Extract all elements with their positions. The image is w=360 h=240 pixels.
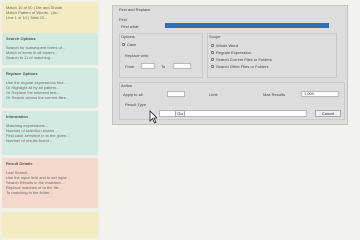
- regex-label: Regular Expression: [216, 50, 251, 55]
- search-other-label: Search Other Files or Folders: [216, 64, 269, 69]
- card-line: Line 1 of 10 | Total 20...: [6, 15, 48, 20]
- max-results-label: Max Results: [263, 92, 286, 97]
- replace-with-label: Replace with:: [125, 53, 150, 58]
- find-section-label: Find: [119, 17, 127, 22]
- apply-label: Apply to all: [123, 92, 143, 97]
- search-current-checkbox[interactable]: [211, 58, 214, 61]
- action-label: Action: [121, 83, 133, 88]
- max-results-select[interactable]: 1,000: [301, 91, 339, 97]
- find-replace-dialog: Find and Replace Find Find what: Options…: [112, 5, 348, 125]
- dialog-title: Find and Replace: [119, 7, 151, 12]
- options-label: Options: [121, 34, 135, 39]
- limit-label: Limit: [209, 92, 218, 97]
- card-line: To matching in the folder...: [6, 190, 53, 195]
- sidebar-card-empty: [2, 212, 98, 238]
- cancel-button[interactable]: Cancel: [315, 110, 341, 117]
- sidebar-card-search-options[interactable]: Search Options Search for subsequent for…: [2, 33, 98, 65]
- from-input[interactable]: [141, 63, 155, 69]
- scope-group: [207, 33, 337, 78]
- card-title: Information: [6, 114, 28, 119]
- search-other-checkbox[interactable]: [211, 65, 214, 68]
- from-label: From: [125, 64, 135, 69]
- card-line: Search in 11 of matching...: [6, 55, 54, 60]
- sidebar-card-information[interactable]: Information Matching expressions... Numb…: [2, 111, 98, 155]
- result-type-label: Result Type: [125, 102, 147, 107]
- scope-label: Scope: [209, 34, 221, 39]
- card-title: Replace Options: [6, 71, 38, 76]
- card-line: Number of results found...: [6, 138, 53, 143]
- apply-select[interactable]: [167, 91, 185, 97]
- sidebar-card-result-details[interactable]: Result Details Last Search... Use the in…: [2, 158, 98, 208]
- card-line: Or Search across the current files...: [6, 95, 69, 100]
- to-input[interactable]: [173, 63, 191, 69]
- sidebar: Match 10 of 00 | Die and Shade Match Pat…: [0, 0, 100, 240]
- card-title: Search Options: [6, 36, 36, 41]
- whole-word-checkbox[interactable]: [211, 44, 214, 47]
- main-area: Find and Replace Find Find what: Options…: [100, 0, 360, 240]
- go-button[interactable]: Go: [175, 110, 185, 117]
- find-what-input[interactable]: [165, 23, 329, 28]
- to-label: To: [161, 64, 166, 69]
- regex-checkbox[interactable]: [211, 51, 214, 54]
- mouse-cursor-icon: [149, 110, 157, 124]
- find-what-label: Find what:: [121, 24, 140, 29]
- sidebar-card-1[interactable]: Match 10 of 00 | Die and Shade Match Pat…: [2, 2, 98, 33]
- search-current-label: Search Current Files or Folders: [216, 57, 272, 62]
- whole-word-label: Whole Word: [216, 43, 238, 48]
- match-case-label: Case: [127, 42, 137, 47]
- match-case-checkbox[interactable]: [122, 43, 125, 46]
- sidebar-card-replace-options[interactable]: Replace Options Use the regular expressi…: [2, 68, 98, 108]
- card-title: Result Details: [6, 161, 33, 166]
